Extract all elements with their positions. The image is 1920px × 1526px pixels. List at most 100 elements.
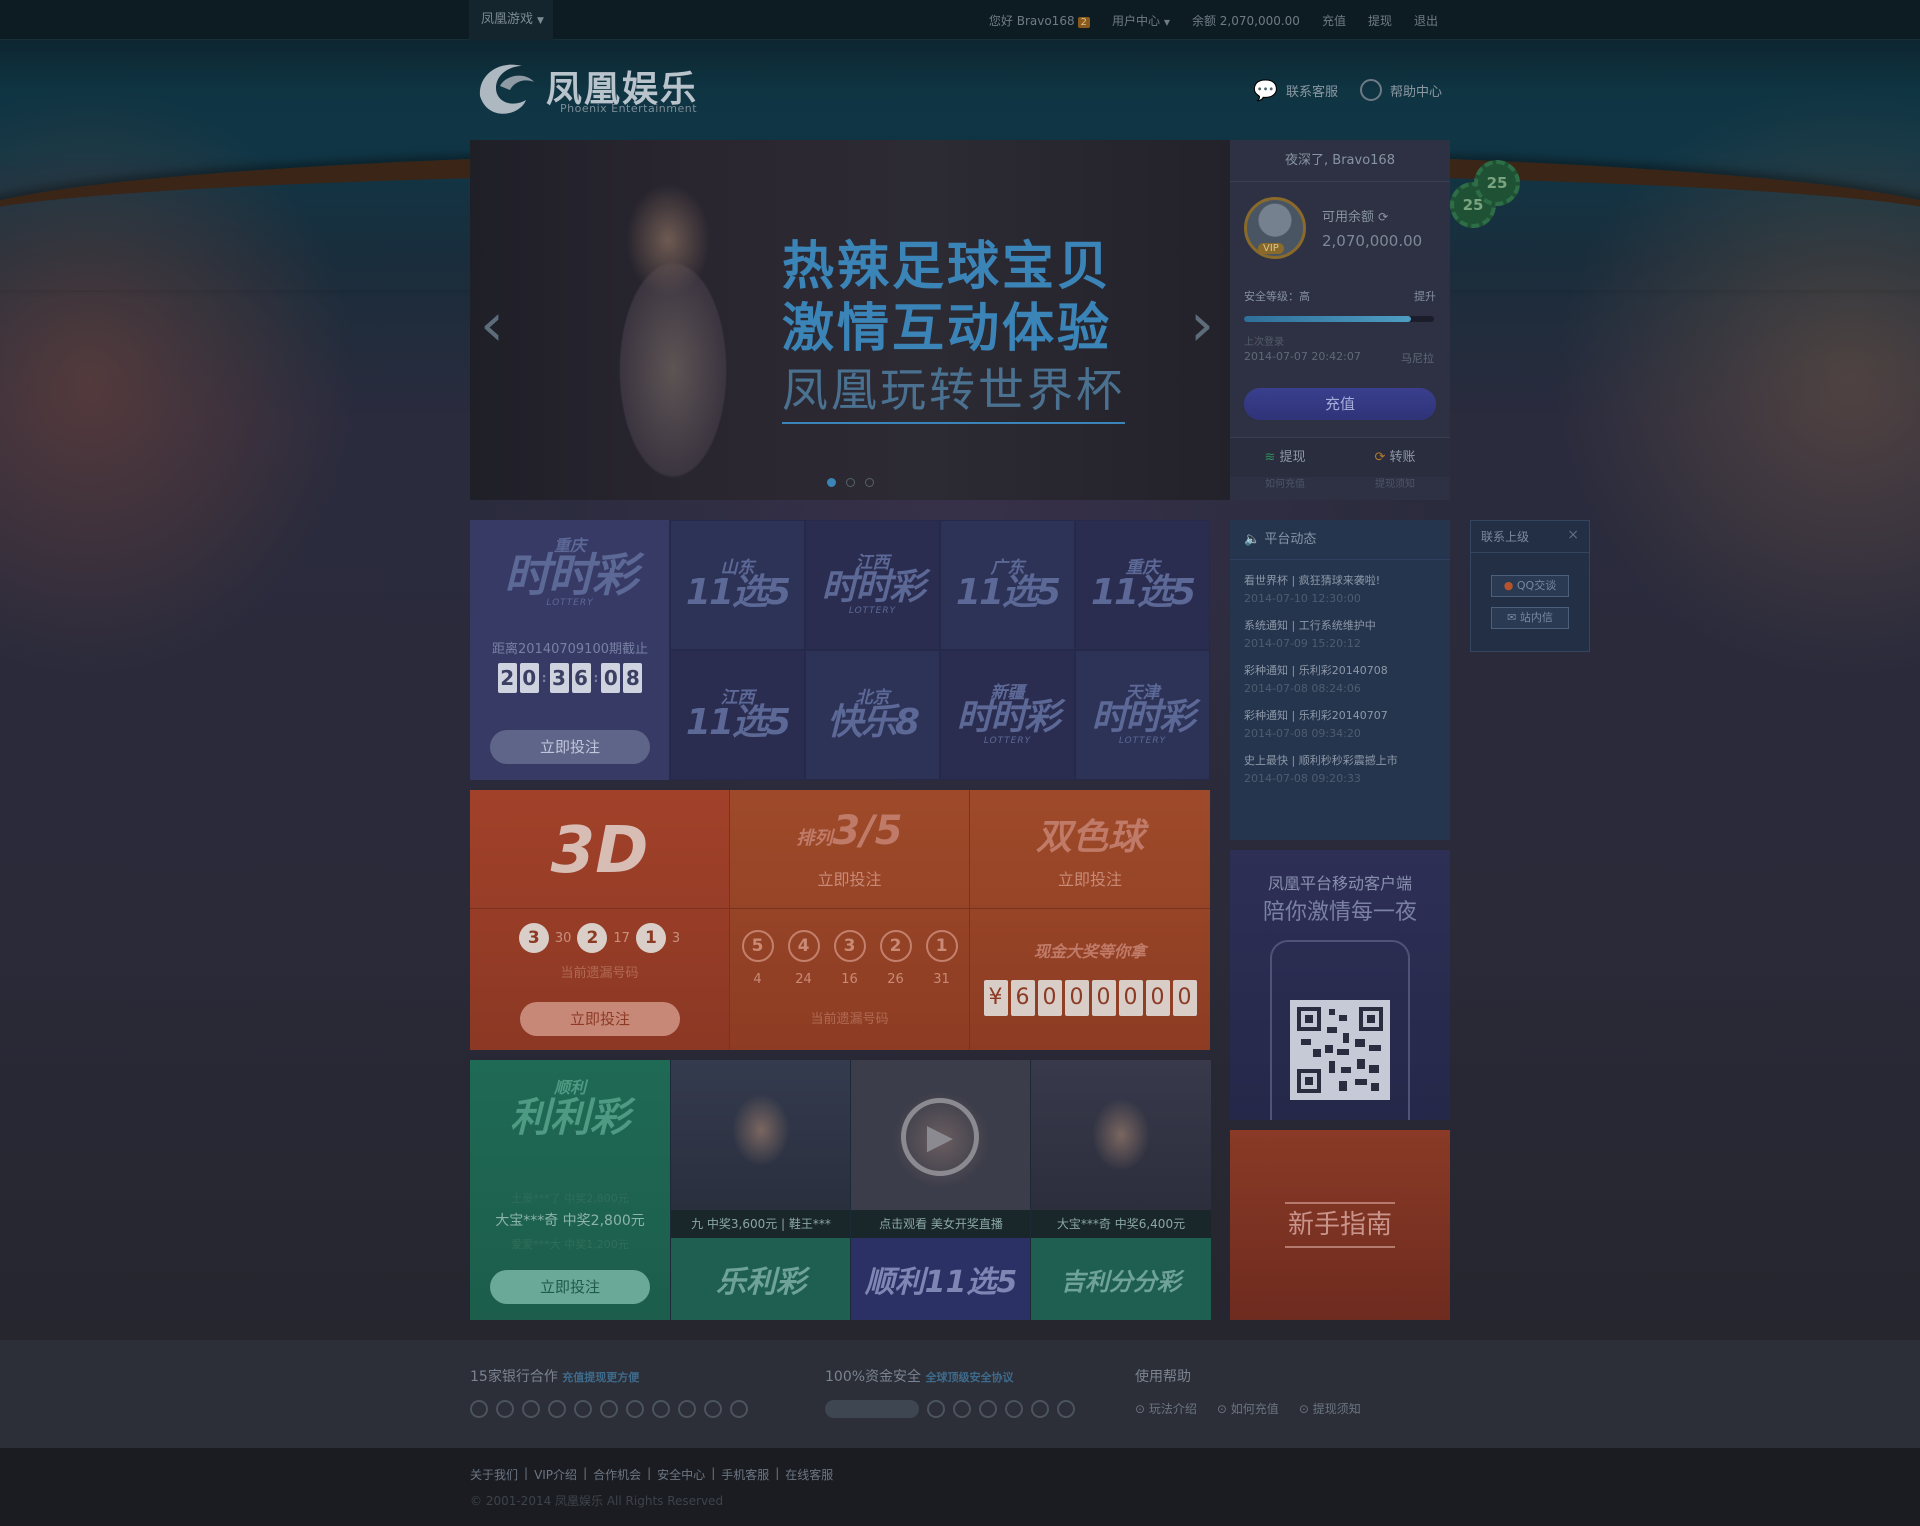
message-badge[interactable]: 2 [1077, 16, 1090, 28]
bet-now-button[interactable]: 立即投注 [490, 730, 650, 764]
shunli-card[interactable]: 顺利 利利彩 土豪***了 中奖2,800元 大宝***奇 中奖2,800元 爱爱… [470, 1060, 670, 1320]
miss-count: 24 [795, 972, 812, 987]
support-link[interactable]: 💬 联系客服 [1253, 78, 1338, 102]
mobile-app-panel[interactable]: 凤凰平台移动客户端 陪你激情每一夜 [1230, 850, 1450, 1120]
pl35-bet-link[interactable]: 立即投注 [730, 866, 969, 890]
ssq-card[interactable]: 双色球 立即投注 现金大奖等你拿 ¥6 0 0 0 0 0 0 [970, 790, 1210, 1050]
last-login-info: 2014-07-07 20:42:07 马尼拉 [1244, 350, 1434, 366]
pl35-title-small: 排列 [796, 828, 833, 849]
user-help-links: 如何充值 提现须知 [1230, 475, 1450, 490]
banner-model-image [588, 140, 748, 500]
news-item[interactable]: 彩种通知 | 乐利彩20140707 2014-07-08 09:34:20 [1230, 695, 1450, 740]
balance-value: 2,070,000.00 [1322, 232, 1423, 250]
lottery-tile[interactable]: 广东 11选5 [940, 520, 1075, 650]
game-menu[interactable]: 凤凰游戏 ▼ [469, 0, 553, 40]
promo-card[interactable]: 九 中奖3,600元 | 鞋王*** 乐利彩 [670, 1060, 851, 1320]
footer-link[interactable]: 安全中心 [657, 1466, 705, 1483]
top-withdraw-link[interactable]: 提现 [1368, 12, 1392, 29]
jackpot-digit: 6 [1010, 980, 1035, 1016]
footer-link[interactable]: VIP介绍 [534, 1466, 577, 1483]
shunli-title: 利利彩 [510, 1095, 630, 1141]
news-item[interactable]: 系统通知 | 工行系统维护中 2014-07-09 15:20:12 [1230, 605, 1450, 650]
number-ball: 4 [787, 930, 820, 962]
user-center-menu[interactable]: 用户中心 ▼ [1112, 12, 1170, 29]
help-link-item[interactable]: ⊙ 玩法介绍 [1135, 1400, 1197, 1417]
promo-photo [1031, 1060, 1211, 1210]
top-recharge-link[interactable]: 充值 [1322, 12, 1346, 29]
news-item[interactable]: 看世界杯 | 疯狂猜球来袭啦! 2014-07-10 12:30:00 [1230, 560, 1450, 605]
pl35-card[interactable]: 排列3/5 立即投注 54321 4 24 16 26 31 当前遗漏号码 [730, 790, 970, 1050]
support-label: 联系客服 [1285, 84, 1338, 100]
lottery-name: 11选5 [1090, 571, 1196, 613]
security-row: 安全等级：高 提升 [1244, 288, 1436, 304]
recharge-button[interactable]: 充值 [1244, 388, 1436, 420]
security-icon [979, 1400, 997, 1418]
security-bar-fill [1244, 316, 1412, 322]
banner-dot[interactable] [865, 478, 874, 487]
jackpot-digit: 0 [1172, 980, 1197, 1016]
beginner-guide-panel[interactable]: 新手指南 [1230, 1130, 1450, 1320]
security-upgrade-link[interactable]: 提升 [1414, 288, 1436, 304]
lottery-tile[interactable]: 江西 时时彩 LOTTERY [805, 520, 940, 650]
help-link-item[interactable]: ⊙ 提现须知 [1299, 1400, 1361, 1417]
withdraw-button[interactable]: ≋ 提现 [1230, 438, 1340, 477]
banner-prev-icon[interactable]: ‹ [480, 290, 504, 360]
footer-link[interactable]: 手机客服 [721, 1466, 769, 1483]
lottery-tile[interactable]: 新疆 时时彩 LOTTERY [940, 650, 1075, 780]
lottery-tile[interactable]: 重庆 11选5 [1075, 520, 1210, 650]
banner-dot[interactable] [846, 478, 855, 487]
site-message-button[interactable]: ✉ 站内信 [1491, 607, 1569, 629]
news-item[interactable]: 彩种通知 | 乐利彩20140708 2014-07-08 08:24:06 [1230, 650, 1450, 695]
security-icon [1057, 1400, 1075, 1418]
safety-section: 100%资金安全 全球顶级安全协议 [825, 1366, 1075, 1418]
hero-banner[interactable]: 热辣足球宝贝 激情互动体验 凤凰玩转世界杯 ‹ › [470, 140, 1230, 500]
lottery-tile[interactable]: 江西 11选5 [670, 650, 805, 780]
countdown-digit: 8 [623, 663, 643, 693]
news-item[interactable]: 史上最快 | 顺利秒秒彩震撼上市 2014-07-08 09:20:33 [1230, 740, 1450, 785]
close-icon[interactable]: × [1567, 527, 1579, 543]
footer-link[interactable]: 关于我们 [470, 1466, 518, 1483]
promo-game-logo: 乐利彩 [671, 1238, 851, 1320]
footer-link[interactable]: 在线客服 [785, 1466, 833, 1483]
pl35-title-main: 3/5 [832, 808, 903, 854]
qq-chat-button[interactable]: ● QQ交谈 [1491, 575, 1569, 597]
jackpot-digit: 0 [1091, 980, 1116, 1016]
how-recharge-link[interactable]: 如何充值 [1230, 475, 1340, 490]
footer-separator: | [524, 1466, 529, 1480]
help-label: 帮助中心 [1389, 84, 1442, 100]
footer-separator: | [775, 1466, 780, 1480]
lottery-name: 11选5 [685, 571, 791, 613]
footer-link[interactable]: 合作机会 [593, 1466, 641, 1483]
promo-caption: 九 中奖3,600元 | 鞋王*** [671, 1210, 851, 1238]
transfer-button[interactable]: ⟳ 转账 [1340, 438, 1450, 477]
countdown-digit: 0 [519, 663, 539, 693]
logout-link[interactable]: 退出 [1414, 12, 1438, 29]
lottery-tile[interactable]: 山东 11选5 [670, 520, 805, 650]
game-3d-bet-button[interactable]: 立即投注 [520, 1002, 680, 1036]
banner-dot[interactable] [827, 478, 836, 487]
news-item-date: 2014-07-09 15:20:12 [1244, 637, 1361, 650]
shunli-bet-button[interactable]: 立即投注 [490, 1270, 650, 1304]
refresh-icon[interactable]: ⟳ [1378, 210, 1388, 224]
news-item-date: 2014-07-08 08:24:06 [1244, 682, 1361, 695]
help-link-item[interactable]: ⊙ 如何充值 [1217, 1400, 1279, 1417]
banner-next-icon[interactable]: › [1190, 290, 1214, 360]
lottery-tile[interactable]: 北京 快乐8 [805, 650, 940, 780]
withdraw-notice-link[interactable]: 提现须知 [1340, 475, 1450, 490]
brand-logo[interactable]: 凤凰娱乐 Phoenix Entertainment [470, 56, 710, 124]
help-link[interactable]: 帮助中心 [1359, 78, 1442, 102]
play-icon[interactable]: ▶ [901, 1098, 979, 1176]
ssq-bet-link[interactable]: 立即投注 [970, 866, 1210, 890]
game-3d-card[interactable]: 3D 3 30 2 17 13 当前遗漏号码 立即投注 [470, 790, 730, 1050]
lottery-name: 时时彩 [821, 566, 925, 608]
lottery-tile[interactable]: 天津 时时彩 LOTTERY [1075, 650, 1210, 780]
miss-count: 30 [554, 930, 572, 946]
featured-lottery[interactable]: 重庆 时时彩 LOTTERY 距离20140709100期截止 20: 36: … [470, 520, 670, 780]
promo-card[interactable]: 大宝***奇 中奖6,400元 吉利分分彩 [1030, 1060, 1211, 1320]
promo-card[interactable]: ▶ 点击观看 美女开奖直播 顺利11选5 [850, 1060, 1031, 1320]
site-message-label: 站内信 [1519, 611, 1553, 624]
mobile-subtitle: 陪你激情每一夜 [1262, 900, 1417, 925]
divider [1285, 1246, 1395, 1248]
bank-icon [678, 1400, 696, 1418]
miss-count: 17 [613, 930, 630, 946]
